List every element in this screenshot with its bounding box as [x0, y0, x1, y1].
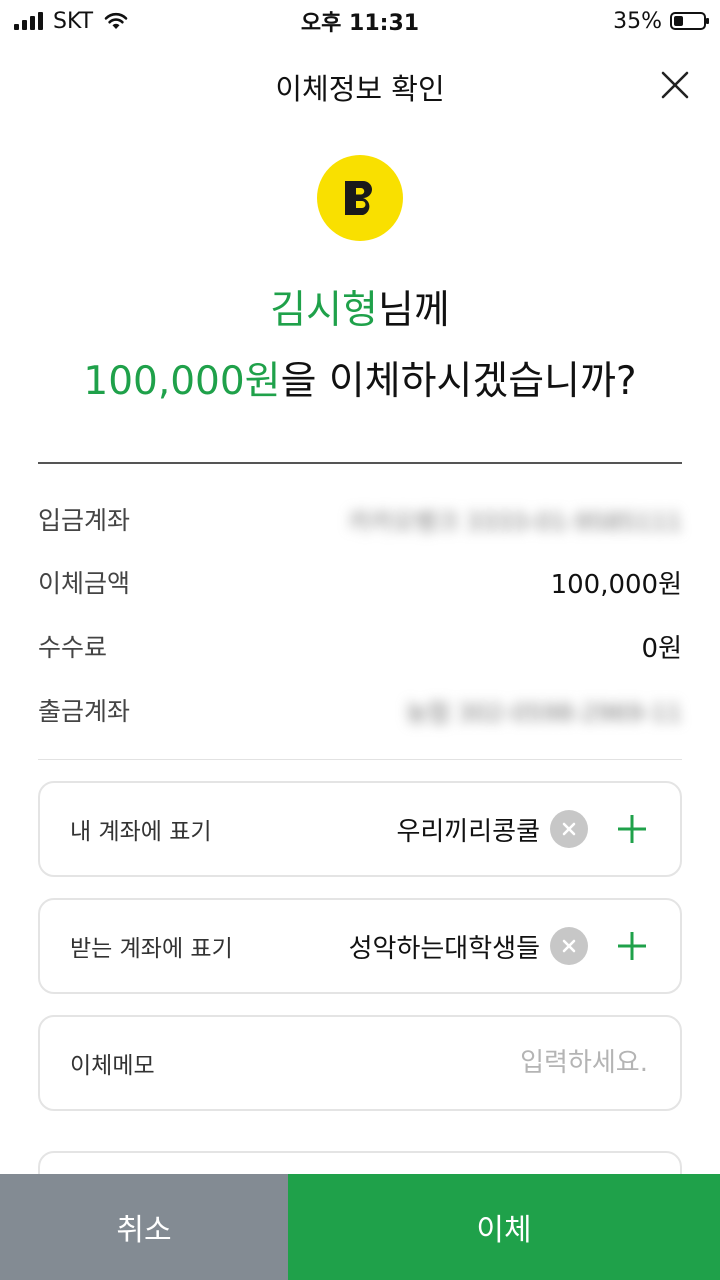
divider [38, 462, 682, 464]
wifi-icon [104, 12, 128, 29]
detail-row-withdraw-account: 출금계좌 농협 302-0598-2969-11 [38, 690, 682, 730]
transfer-memo-field[interactable]: 이체메모 [38, 1015, 682, 1111]
signal-icon [14, 12, 43, 30]
deposit-account-value: 카카오뱅크 3333-01-9585111 [348, 507, 682, 536]
bottom-action-bar: 취소 이체 [0, 1174, 720, 1280]
cancel-button[interactable]: 취소 [0, 1174, 288, 1280]
bank-logo-letter-icon [345, 181, 372, 215]
clear-icon[interactable] [550, 810, 588, 848]
battery-icon [670, 12, 709, 30]
transfer-memo-input[interactable] [346, 1047, 650, 1079]
transfer-button[interactable]: 이체 [288, 1174, 720, 1280]
my-account-memo-field[interactable]: 내 계좌에 표기 우리끼리콩쿨 [38, 781, 682, 877]
field-label: 받는 계좌에 표기 [70, 936, 233, 962]
recipient-suffix: 님께 [377, 288, 450, 333]
recipient-name: 김시형 [270, 288, 378, 333]
amount-value: 100,000원 [550, 569, 682, 600]
recipient-memo-value[interactable]: 성악하는대학생들 [349, 928, 540, 965]
close-icon[interactable] [660, 70, 690, 100]
withdraw-account-value: 농협 302-0598-2969-11 [405, 698, 682, 727]
recipient-memo-field[interactable]: 받는 계좌에 표기 성악하는대학생들 [38, 898, 682, 994]
header: 이체정보 확인 [0, 52, 720, 122]
detail-label: 입금계좌 [38, 506, 131, 535]
status-left: SKT [0, 9, 129, 34]
page-title: 이체정보 확인 [275, 72, 445, 106]
field-label: 내 계좌에 표기 [70, 819, 212, 845]
status-right: 35% [613, 9, 720, 34]
plus-icon[interactable] [614, 811, 650, 847]
detail-label: 수수료 [38, 633, 108, 662]
transfer-amount: 100,000원 [83, 359, 281, 404]
fee-value: 0원 [641, 633, 682, 664]
detail-row-deposit-account: 입금계좌 카카오뱅크 3333-01-9585111 [38, 499, 682, 539]
my-account-memo-value[interactable]: 우리끼리콩쿨 [396, 811, 540, 848]
detail-label: 출금계좌 [38, 697, 131, 726]
transfer-confirm-screen: SKT 오후 11:31 35% 이체정보 확인 김시형님께 100,000원을… [0, 0, 720, 1280]
divider [38, 759, 682, 760]
status-bar: SKT 오후 11:31 35% [0, 0, 720, 42]
headline-amount: 100,000원을 이체하시겠습니까? [0, 350, 720, 406]
field-label: 이체메모 [70, 1053, 155, 1079]
bank-logo [317, 155, 403, 241]
question-suffix: 을 이체하시겠습니까? [280, 359, 637, 404]
carrier-label: SKT [53, 8, 94, 34]
headline-recipient: 김시형님께 [0, 279, 720, 335]
plus-icon[interactable] [614, 928, 650, 964]
detail-row-fee: 수수료 0원 [38, 626, 682, 666]
clear-icon[interactable] [550, 927, 588, 965]
detail-row-amount: 이체금액 100,000원 [38, 562, 682, 602]
detail-label: 이체금액 [38, 569, 131, 598]
battery-percent: 35% [613, 8, 662, 34]
